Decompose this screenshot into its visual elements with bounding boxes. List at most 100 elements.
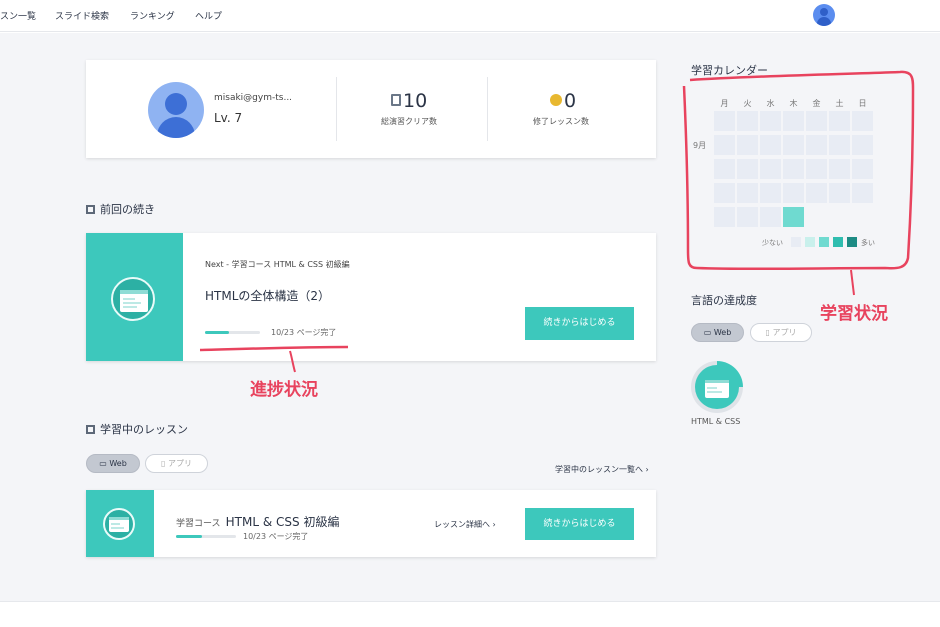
calendar-month-label: 9月 — [693, 141, 707, 150]
calendar-day-cell — [714, 111, 735, 131]
user-avatar[interactable] — [813, 4, 835, 26]
browser-window-icon — [705, 380, 729, 398]
lesson-name: HTML & CSS 初級編 — [225, 515, 340, 529]
calendar-day-cell — [852, 183, 873, 203]
calendar-title: 学習カレンダー — [691, 64, 768, 77]
html-css-label: HTML & CSS — [691, 417, 741, 426]
phone-icon: ▯ — [161, 459, 168, 468]
calendar-day-cell — [806, 135, 827, 155]
language-tab-app[interactable]: ▯ アプリ — [750, 323, 812, 342]
course-icon — [695, 365, 739, 409]
weekday-label: 日 — [858, 99, 867, 108]
calendar-day-cell — [737, 111, 758, 131]
nav-slide-search[interactable]: スライド検索 — [55, 9, 109, 22]
calendar-day-cell — [714, 159, 735, 179]
lesson-list-link[interactable]: 学習中のレッスン一覧へ › — [555, 464, 649, 475]
course-thumbnail — [86, 233, 183, 361]
calendar-day-cell — [783, 183, 804, 203]
calendar-day-cell — [852, 159, 873, 179]
nav-lesson-list[interactable]: スン一覧 — [0, 9, 36, 22]
next-lesson-subtitle: Next - 学習コース HTML & CSS 初級編 — [205, 260, 350, 269]
completed-lessons-count: 0 — [550, 90, 576, 112]
legend-level-1 — [805, 237, 815, 247]
resume-card[interactable]: Next - 学習コース HTML & CSS 初級編 HTMLの全体構造（2）… — [86, 233, 656, 361]
lessons-section-title: 学習中のレッスン — [86, 421, 188, 437]
user-icon — [165, 93, 187, 115]
lesson-resume-button[interactable]: 続きからはじめる — [525, 508, 634, 540]
calendar-day-cell — [829, 111, 850, 131]
exercise-clear-value: 10 — [403, 90, 428, 112]
profile-avatar — [148, 82, 204, 138]
calendar-day-cell — [806, 111, 827, 131]
calendar-day-cell — [737, 183, 758, 203]
calendar-day-cell — [852, 111, 873, 131]
lesson-thumbnail — [86, 490, 154, 557]
resume-section-title-text: 前回の続き — [100, 203, 155, 216]
tab-web-label: Web — [109, 459, 127, 468]
calendar-day-cell — [760, 159, 781, 179]
nav-ranking[interactable]: ランキング — [130, 9, 175, 22]
top-nav: スン一覧 スライド検索 ランキング ヘルプ — [0, 0, 940, 32]
calendar-day-cell — [829, 135, 850, 155]
calendar-day-cell — [737, 159, 758, 179]
calendar-day-cell — [806, 159, 827, 179]
exercise-clear-label: 総演習クリア数 — [381, 117, 437, 126]
language-tab-web[interactable]: ▭ Web — [691, 323, 744, 342]
calendar-day-cell — [760, 135, 781, 155]
calendar-day-cell — [714, 135, 735, 155]
username: misaki@gym-ts... — [214, 93, 293, 103]
legend-more-label: 多い — [861, 239, 875, 247]
tab-web[interactable]: ▭ Web — [86, 454, 140, 473]
calendar-day-cell — [829, 159, 850, 179]
calendar-day-cell — [783, 207, 804, 227]
resume-progress-fill — [205, 331, 229, 334]
resume-button[interactable]: 続きからはじめる — [525, 307, 634, 340]
legend-level-4 — [847, 237, 857, 247]
resume-progress-bar — [205, 331, 260, 334]
calendar-day-cell — [760, 111, 781, 131]
progress-annotation: 進捗状況 — [250, 380, 318, 400]
lesson-title: 学習コース HTML & CSS 初級編 — [176, 511, 339, 530]
browser-window-icon — [120, 290, 148, 312]
calendar-day-cell — [783, 159, 804, 179]
calendar-day-cell — [806, 183, 827, 203]
lesson-card[interactable]: 学習コース HTML & CSS 初級編 10/23 ページ完了 レッスン詳細へ… — [86, 490, 656, 557]
weekday-label: 火 — [743, 99, 752, 108]
language-achievement-title: 言語の達成度 — [691, 294, 757, 307]
user-icon — [820, 8, 828, 16]
completed-lessons-value: 0 — [564, 90, 577, 112]
lesson-title: HTMLの全体構造（2） — [205, 289, 331, 303]
resume-progress-text: 10/23 ページ完了 — [271, 328, 337, 337]
medal-icon — [550, 94, 562, 106]
lessons-section-title-text: 学習中のレッスン — [100, 423, 188, 436]
exercise-clear-count: 10 — [391, 90, 427, 112]
lesson-progress-text: 10/23 ページ完了 — [243, 532, 309, 541]
calendar-day-cell — [714, 183, 735, 203]
profile-card: misaki@gym-ts... Lv. 7 10 総演習クリア数 0 修了レッ… — [86, 60, 656, 158]
calendar-day-cell — [737, 135, 758, 155]
book-icon — [391, 94, 401, 106]
resume-section-title: 前回の続き — [86, 201, 155, 217]
weekday-label: 土 — [835, 99, 844, 108]
language-tab-app-label: アプリ — [772, 328, 797, 337]
legend-less-label: 少ない — [762, 239, 783, 247]
lesson-prefix: 学習コース — [176, 519, 221, 529]
calendar-day-cell — [783, 111, 804, 131]
window-icon: ▭ — [99, 459, 110, 468]
nav-help[interactable]: ヘルプ — [195, 9, 222, 22]
browser-window-icon — [109, 517, 129, 532]
divider — [336, 77, 337, 141]
tab-app-label: アプリ — [167, 459, 192, 468]
tab-app[interactable]: ▯ アプリ — [145, 454, 208, 473]
legend-level-2 — [819, 237, 829, 247]
html-css-progress-ring[interactable] — [691, 361, 743, 413]
user-icon-body — [817, 17, 831, 26]
legend-level-3 — [833, 237, 843, 247]
user-icon-body — [157, 117, 195, 138]
window-icon: ▭ — [703, 328, 714, 337]
calendar-day-cell — [760, 183, 781, 203]
lesson-detail-link[interactable]: レッスン詳細へ › — [434, 519, 496, 530]
calendar-day-cell — [852, 135, 873, 155]
weekday-label: 金 — [812, 99, 821, 108]
weekday-label: 水 — [766, 99, 775, 108]
